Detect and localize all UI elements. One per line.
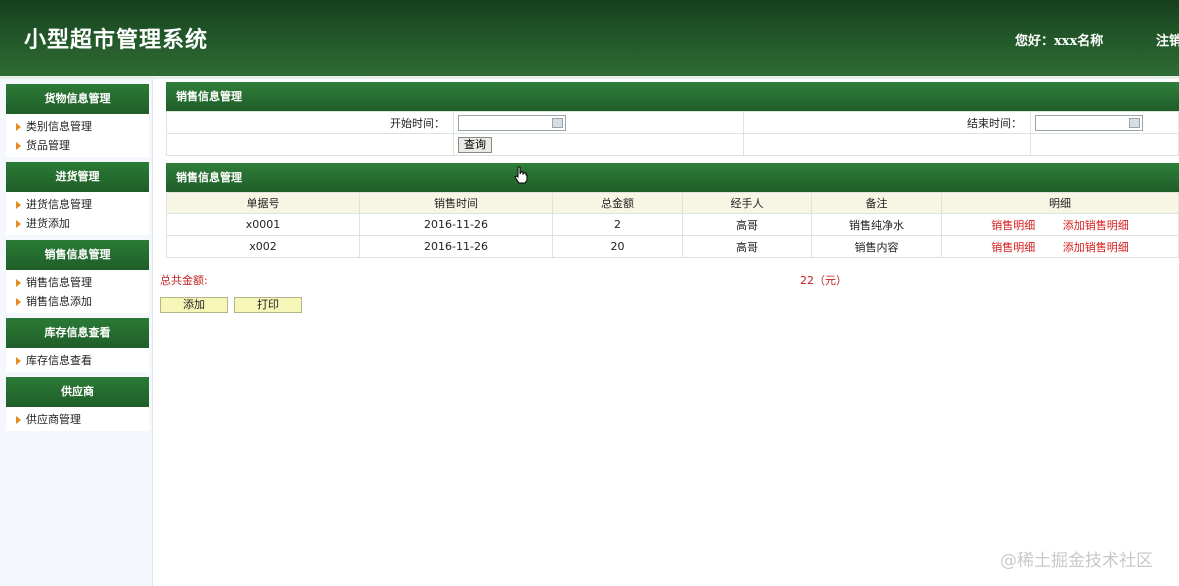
add-sales-detail-link[interactable]: 添加销售明细 <box>1063 219 1129 232</box>
watermark: @稀土掘金技术社区 <box>1000 551 1153 571</box>
menu-head-stock[interactable]: 库存信息查看 <box>6 318 149 348</box>
cell-id: x0001 <box>166 213 360 236</box>
sidebar-item-supplier[interactable]: 供应商管理 <box>6 410 149 429</box>
total-amount-label: 总共金额: <box>160 274 208 287</box>
sales-panel-title: 销售信息管理 <box>166 163 1179 192</box>
sales-detail-link[interactable]: 销售明细 <box>991 241 1035 254</box>
cell-handler: 高哥 <box>682 213 812 236</box>
col-header-detail: 明细 <box>941 192 1179 214</box>
col-header-time: 销售时间 <box>359 192 553 214</box>
hand-cursor-icon <box>514 166 528 184</box>
sidebar-item-purchase-add[interactable]: 进货添加 <box>6 214 149 233</box>
menu-head-supplier[interactable]: 供应商 <box>6 377 149 407</box>
sales-table: 单据号 销售时间 总金额 经手人 备注 明细 x0001 2016-11-26 … <box>166 192 1179 258</box>
menu-group-supplier: 供应商 供应商管理 <box>6 377 149 431</box>
cell-handler: 高哥 <box>682 235 812 258</box>
menu-head-sales[interactable]: 销售信息管理 <box>6 240 149 270</box>
cell-note: 销售内容 <box>811 235 942 258</box>
col-header-total: 总金额 <box>552 192 683 214</box>
sales-panel: 销售信息管理 单据号 销售时间 总金额 经手人 备注 明细 x0001 2016… <box>166 163 1179 258</box>
cell-time: 2016-11-26 <box>359 213 553 236</box>
start-time-label: 开始时间： <box>166 111 454 134</box>
search-form: 开始时间： 结束时间： 查询 <box>166 111 1179 156</box>
menu-group-purchase: 进货管理 进货信息管理 进货添加 <box>6 162 149 235</box>
search-panel-title: 销售信息管理 <box>166 82 1179 111</box>
logout-link[interactable]: 注销 <box>1156 30 1179 49</box>
table-row: x002 2016-11-26 20 高哥 销售内容 销售明细 添加销售明细 <box>166 235 1179 258</box>
end-time-input[interactable] <box>1035 114 1143 131</box>
calendar-icon[interactable] <box>552 117 563 128</box>
print-button[interactable]: 打印 <box>234 297 302 313</box>
sidebar: 货物信息管理 类别信息管理 货品管理 进货管理 进货信息管理 进货添加 销售信息… <box>0 79 153 586</box>
cell-total: 2 <box>552 213 683 236</box>
end-time-label: 结束时间： <box>743 111 1031 134</box>
menu-head-goods[interactable]: 货物信息管理 <box>6 84 149 114</box>
sidebar-item-sales-add[interactable]: 销售信息添加 <box>6 292 149 311</box>
col-header-id: 单据号 <box>166 192 360 214</box>
menu-group-stock: 库存信息查看 库存信息查看 <box>6 318 149 372</box>
add-button[interactable]: 添加 <box>160 297 228 313</box>
table-row: x0001 2016-11-26 2 高哥 销售纯净水 销售明细 添加销售明细 <box>166 213 1179 236</box>
cell-note: 销售纯净水 <box>811 213 942 236</box>
menu-group-goods: 货物信息管理 类别信息管理 货品管理 <box>6 84 149 157</box>
app-title: 小型超市管理系统 <box>24 27 209 53</box>
main-content: 销售信息管理 开始时间： 结束时间： 查询 销售信息管理 单据号 销售时间 总金… <box>166 82 1179 258</box>
calendar-icon[interactable] <box>1129 117 1140 128</box>
sidebar-item-purchase-info[interactable]: 进货信息管理 <box>6 195 149 214</box>
col-header-handler: 经手人 <box>682 192 812 214</box>
sidebar-item-goods[interactable]: 货品管理 <box>6 136 149 155</box>
menu-group-sales: 销售信息管理 销售信息管理 销售信息添加 <box>6 240 149 313</box>
user-greeting: 您好：xxx名称 <box>1015 34 1104 49</box>
add-sales-detail-link[interactable]: 添加销售明细 <box>1063 241 1129 254</box>
start-time-input[interactable] <box>458 114 566 131</box>
app-header: 小型超市管理系统 您好：xxx名称 注销 <box>0 0 1179 79</box>
cell-id: x002 <box>166 235 360 258</box>
total-amount-value: 22（元） <box>800 274 847 287</box>
query-button[interactable]: 查询 <box>458 136 492 153</box>
cell-time: 2016-11-26 <box>359 235 553 258</box>
col-header-note: 备注 <box>811 192 942 214</box>
menu-head-purchase[interactable]: 进货管理 <box>6 162 149 192</box>
cell-total: 20 <box>552 235 683 258</box>
sales-detail-link[interactable]: 销售明细 <box>991 219 1035 232</box>
sidebar-item-sales-info[interactable]: 销售信息管理 <box>6 273 149 292</box>
sidebar-item-category[interactable]: 类别信息管理 <box>6 117 149 136</box>
sidebar-item-stock-view[interactable]: 库存信息查看 <box>6 351 149 370</box>
